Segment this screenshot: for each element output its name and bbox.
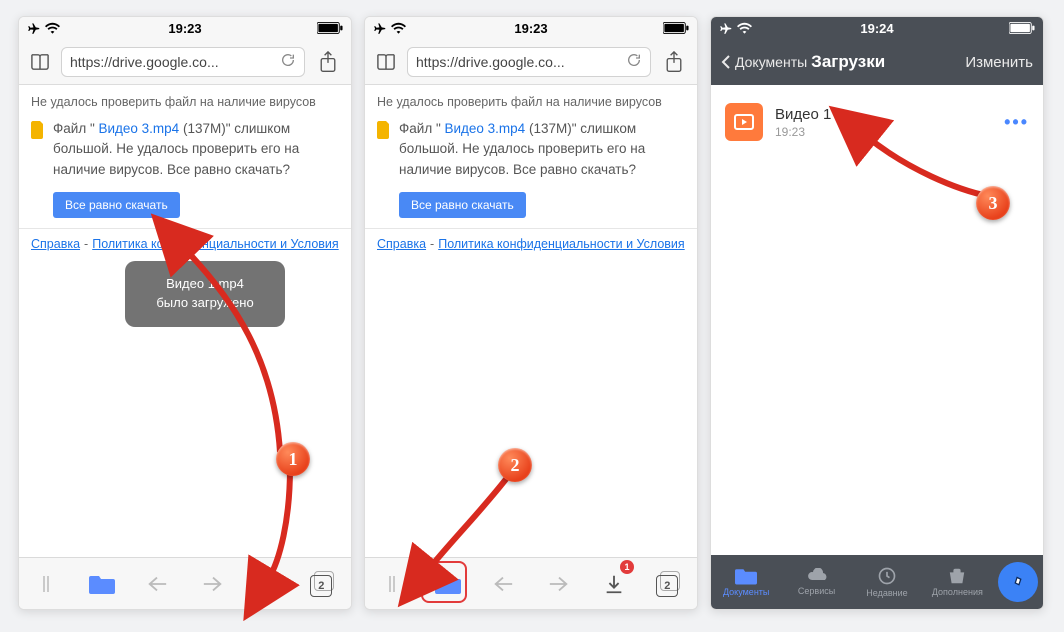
sidebar-toggle-icon[interactable] (371, 564, 415, 604)
reload-icon[interactable] (626, 52, 642, 71)
tab-services[interactable]: Сервисы (787, 568, 847, 596)
sidebar-toggle-icon[interactable] (25, 564, 69, 604)
battery-icon (1009, 22, 1035, 34)
wifi-icon (737, 22, 752, 34)
status-bar: 19:23 (365, 17, 697, 39)
download-progress-icon[interactable] (246, 564, 290, 604)
back-arrow-icon[interactable] (135, 564, 179, 604)
status-time: 19:24 (860, 21, 893, 36)
edit-button[interactable]: Изменить (965, 54, 1033, 71)
phone-screen-1: 19:23 https://drive.google.co... Не удал… (18, 16, 352, 610)
file-link[interactable]: Видео 3.mp4 (441, 121, 529, 136)
back-button[interactable]: Документы (721, 54, 807, 70)
wifi-icon (45, 22, 60, 34)
battery-icon (317, 22, 343, 34)
status-bar: 19:24 (711, 17, 1043, 39)
file-time: 19:23 (775, 125, 992, 139)
url-text: https://drive.google.co... (70, 54, 219, 70)
page-content: Не удалось проверить файл на наличие вир… (19, 85, 351, 557)
help-link[interactable]: Справка (31, 237, 80, 251)
file-warning-icon (31, 119, 45, 180)
virus-warning-message: Файл " Видео 3.mp4 (137M)" слишком больш… (399, 119, 685, 180)
file-row[interactable]: Видео 1 19:23 ••• (711, 93, 1043, 151)
step-badge-2: 2 (498, 448, 532, 482)
folder-icon[interactable] (426, 564, 470, 604)
privacy-link[interactable]: Политика конфиденциальности и Условия (438, 237, 684, 251)
downloads-file-list: Видео 1 19:23 ••• (711, 85, 1043, 159)
forward-arrow-icon[interactable] (537, 564, 581, 604)
battery-icon (663, 22, 689, 34)
url-field[interactable]: https://drive.google.co... (61, 47, 305, 77)
browser-compass-button[interactable] (998, 562, 1038, 602)
download-complete-toast: Видео 1.mp4 было загружено (125, 261, 285, 327)
url-field[interactable]: https://drive.google.co... (407, 47, 651, 77)
tab-recent[interactable]: Недавние (857, 566, 917, 598)
footer-links: Справка-Политика конфиденциальности и Ус… (365, 229, 697, 259)
tab-addons[interactable]: Дополнения (927, 567, 987, 597)
airplane-icon (27, 21, 41, 35)
download-count-badge: 1 (620, 560, 634, 574)
file-warning-icon (377, 119, 391, 180)
bookmarks-icon[interactable] (373, 49, 399, 75)
virus-warning-heading: Не удалось проверить файл на наличие вир… (19, 85, 351, 109)
wifi-icon (391, 22, 406, 34)
browser-toolbar: 1 2 (365, 557, 697, 609)
tabs-icon[interactable]: 2 (647, 564, 691, 604)
tab-documents[interactable]: Документы (716, 567, 776, 597)
download-anyway-button[interactable]: Все равно скачать (53, 192, 180, 218)
step-badge-3: 3 (976, 186, 1010, 220)
status-time: 19:23 (168, 21, 201, 36)
file-name: Видео 1 (775, 106, 992, 123)
address-bar: https://drive.google.co... (365, 39, 697, 85)
airplane-icon (373, 21, 387, 35)
share-icon[interactable] (313, 47, 343, 77)
page-content: Не удалось проверить файл на наличие вир… (365, 85, 697, 557)
virus-warning-heading: Не удалось проверить файл на наличие вир… (365, 85, 697, 109)
address-bar: https://drive.google.co... (19, 39, 351, 85)
folder-icon[interactable] (80, 564, 124, 604)
step-badge-1: 1 (276, 442, 310, 476)
help-link[interactable]: Справка (377, 237, 426, 251)
back-arrow-icon[interactable] (481, 564, 525, 604)
file-link[interactable]: Видео 3.mp4 (95, 121, 183, 136)
airplane-icon (719, 21, 733, 35)
phone-screen-2: 19:23 https://drive.google.co... Не удал… (364, 16, 698, 610)
video-file-icon (725, 103, 763, 141)
browser-toolbar: 2 (19, 557, 351, 609)
app-tabbar: Документы Сервисы Недавние Дополнения (711, 555, 1043, 609)
privacy-link[interactable]: Политика конфиденциальности и Условия (92, 237, 338, 251)
file-more-icon[interactable]: ••• (1004, 112, 1029, 133)
reload-icon[interactable] (280, 52, 296, 71)
downloads-icon[interactable]: 1 (592, 564, 636, 604)
status-bar: 19:23 (19, 17, 351, 39)
virus-warning-message: Файл " Видео 3.mp4 (137M)" слишком больш… (53, 119, 339, 180)
app-header: Документы Загрузки Изменить (711, 39, 1043, 85)
url-text: https://drive.google.co... (416, 54, 565, 70)
forward-arrow-icon[interactable] (191, 564, 235, 604)
download-anyway-button[interactable]: Все равно скачать (399, 192, 526, 218)
share-icon[interactable] (659, 47, 689, 77)
phone-screen-3: 19:24 Документы Загрузки Изменить Видео … (710, 16, 1044, 610)
status-time: 19:23 (514, 21, 547, 36)
tabs-icon[interactable]: 2 (301, 564, 345, 604)
bookmarks-icon[interactable] (27, 49, 53, 75)
footer-links: Справка-Политика конфиденциальности и Ус… (19, 229, 351, 259)
screen-title: Загрузки (811, 52, 965, 72)
